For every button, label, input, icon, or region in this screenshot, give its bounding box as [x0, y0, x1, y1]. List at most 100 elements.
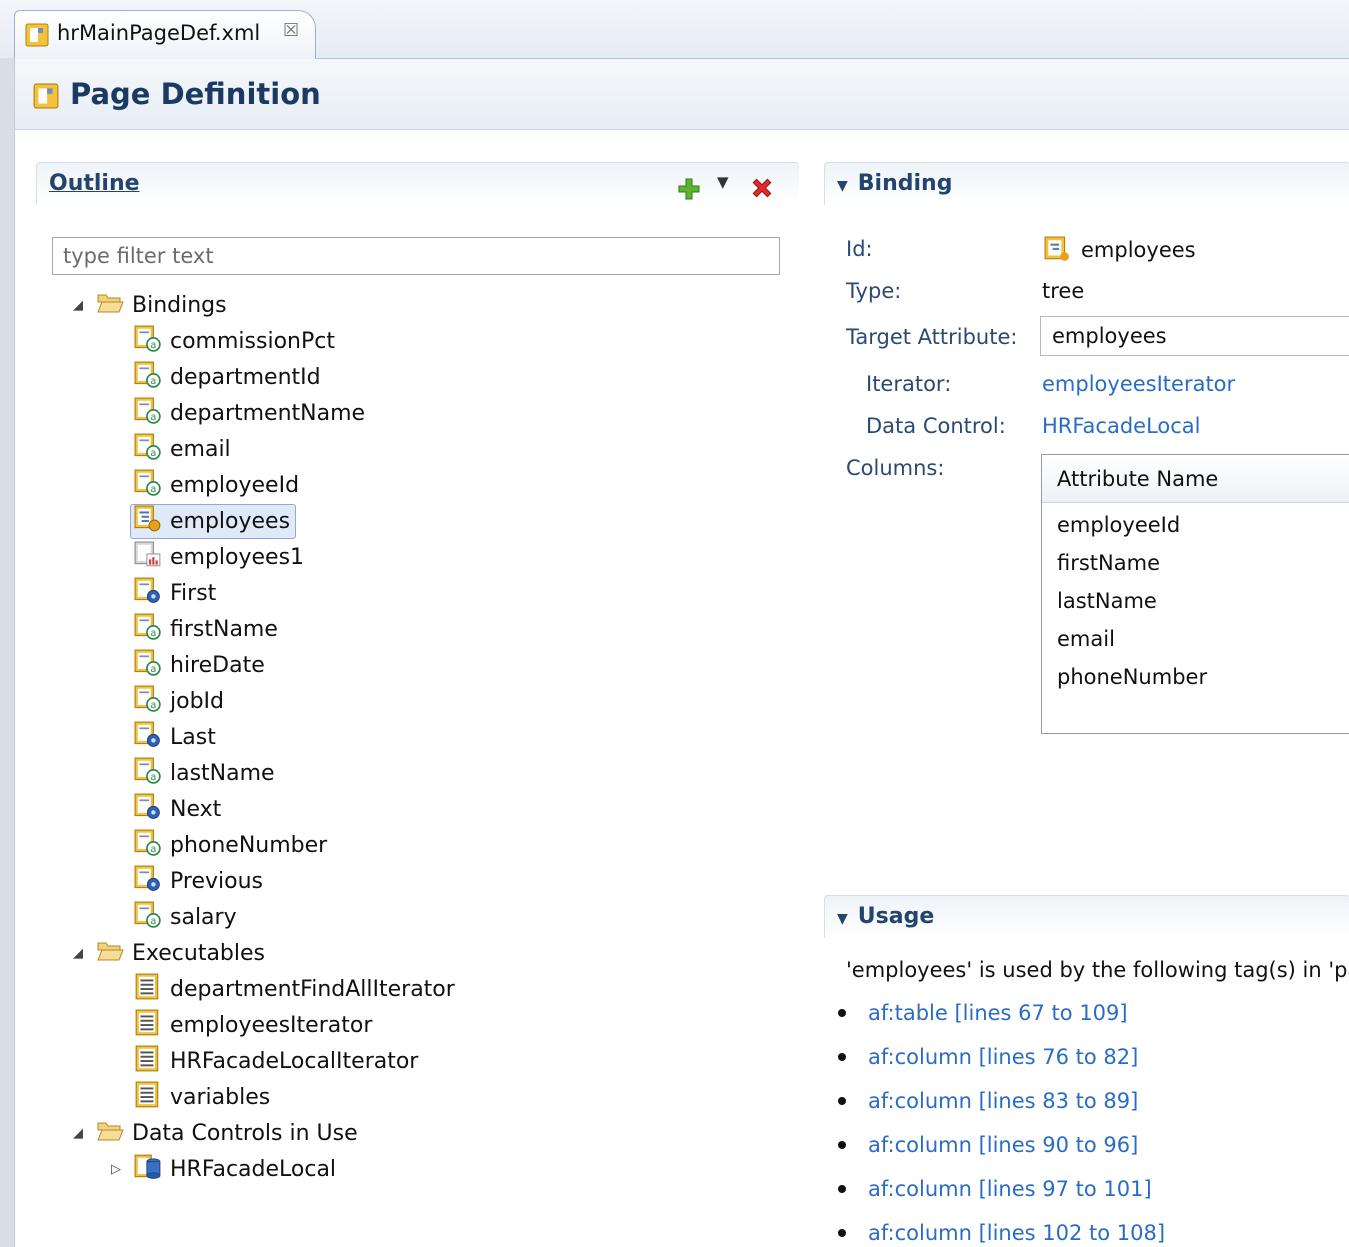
- target-attribute-field[interactable]: [1040, 316, 1349, 356]
- tree-node-content[interactable]: a departmentId: [134, 361, 321, 394]
- tree-item-employees1[interactable]: employees1: [134, 539, 304, 575]
- tree-item-departmentfindalliterator[interactable]: departmentFindAllIterator: [134, 971, 455, 1007]
- filter-input[interactable]: [52, 237, 780, 275]
- attribute-binding-icon: a: [134, 433, 162, 466]
- tree-item-employees[interactable]: employees: [130, 503, 297, 539]
- expanded-twisty-icon[interactable]: ◢: [70, 1126, 86, 1141]
- tree-node-content[interactable]: a commissionPct: [134, 325, 335, 358]
- column-row[interactable]: employeeId: [1057, 513, 1180, 537]
- usage-link[interactable]: af:column [lines 76 to 82]: [868, 1045, 1138, 1069]
- binding-section-header[interactable]: ▼ Binding: [824, 162, 1349, 205]
- tree-node-content[interactable]: a jobId: [134, 685, 224, 718]
- tree-item-last[interactable]: Last: [134, 719, 216, 755]
- tree-node-content[interactable]: a salary: [134, 901, 237, 934]
- tree-item-email[interactable]: a email: [134, 431, 231, 467]
- tree-node-content[interactable]: a departmentName: [134, 397, 365, 430]
- tree-item-employeesiterator[interactable]: employeesIterator: [134, 1007, 372, 1043]
- tree-item-jobid[interactable]: a jobId: [134, 683, 224, 719]
- expanded-twisty-icon[interactable]: ◢: [70, 298, 86, 313]
- collapse-caret-icon[interactable]: ▼: [837, 178, 848, 194]
- tree-folder-executables[interactable]: ◢ Executables: [70, 935, 265, 971]
- expanded-twisty-icon[interactable]: ◢: [70, 946, 86, 961]
- tree-node-content[interactable]: a hireDate: [134, 649, 265, 682]
- tree-node-label: First: [170, 580, 217, 606]
- data-control-link[interactable]: HRFacadeLocal: [1042, 414, 1201, 438]
- action-binding-icon: [134, 577, 162, 610]
- collapsed-twisty-icon[interactable]: ▷: [108, 1162, 124, 1177]
- iterator-link[interactable]: employeesIterator: [1042, 372, 1235, 396]
- tree-item-variables[interactable]: variables: [134, 1079, 270, 1115]
- tree-item-first[interactable]: First: [134, 575, 216, 611]
- tree-item-lastname[interactable]: a lastName: [134, 755, 275, 791]
- tree-node-content[interactable]: employees1: [134, 541, 304, 574]
- delete-icon[interactable]: [749, 175, 775, 206]
- svg-text:a: a: [150, 700, 156, 711]
- tree-item-departmentid[interactable]: a departmentId: [134, 359, 321, 395]
- editor-tab-hrmainpagedef[interactable]: hrMainPageDef.xml ☒: [14, 10, 316, 59]
- tree-node-content[interactable]: First: [134, 577, 216, 610]
- tree-node-content[interactable]: a employeeId: [134, 469, 299, 502]
- tree-folder-data-controls[interactable]: ◢ Data Controls in Use: [70, 1115, 358, 1151]
- tree-item-hiredate[interactable]: a hireDate: [134, 647, 265, 683]
- tree-item-hrfacadelocaliterator[interactable]: HRFacadeLocalIterator: [134, 1043, 418, 1079]
- svg-text:a: a: [150, 376, 156, 387]
- usage-link[interactable]: af:table [lines 67 to 109]: [868, 1001, 1128, 1025]
- tree-node-content[interactable]: Data Controls in Use: [96, 1119, 358, 1148]
- column-row[interactable]: lastName: [1057, 589, 1157, 613]
- dropdown-icon[interactable]: ▼: [717, 173, 729, 191]
- close-icon[interactable]: ☒: [283, 20, 299, 41]
- data-control-label: Data Control:: [866, 414, 1006, 438]
- tree-node-label: commissionPct: [170, 328, 335, 354]
- column-row[interactable]: email: [1057, 627, 1115, 651]
- tree-node-content[interactable]: a lastName: [134, 757, 275, 790]
- usage-item: af:table [lines 67 to 109]: [838, 1001, 1128, 1025]
- column-header-attribute-name[interactable]: Attribute Name: [1042, 455, 1349, 503]
- tree-item-next[interactable]: Next: [134, 791, 221, 827]
- tree-node-content[interactable]: Last: [134, 721, 216, 754]
- pagedef-file-icon: [33, 83, 59, 114]
- tree-item-firstname[interactable]: a firstName: [134, 611, 278, 647]
- tree-node-content[interactable]: Previous: [134, 865, 263, 898]
- tree-node-label: departmentName: [170, 400, 366, 426]
- tree-node-content[interactable]: a email: [134, 433, 231, 466]
- tree-node-content[interactable]: departmentFindAllIterator: [134, 973, 455, 1006]
- tree-node-content[interactable]: a firstName: [134, 613, 278, 646]
- collapse-caret-icon[interactable]: ▼: [837, 911, 848, 927]
- tree-item-salary[interactable]: a salary: [134, 899, 237, 935]
- tree-item-employeeid[interactable]: a employeeId: [134, 467, 299, 503]
- tree-node-label: lastName: [170, 760, 275, 786]
- tree-node-content[interactable]: HRFacadeLocalIterator: [134, 1045, 418, 1078]
- add-icon[interactable]: [677, 177, 701, 206]
- column-row[interactable]: phoneNumber: [1057, 665, 1207, 689]
- tree-node-content[interactable]: HRFacadeLocal: [134, 1153, 336, 1186]
- attribute-binding-icon: a: [134, 901, 162, 934]
- tree-node-content[interactable]: variables: [134, 1081, 270, 1114]
- tree-item-departmentname[interactable]: a departmentName: [134, 395, 365, 431]
- tree-node-content[interactable]: Bindings: [96, 291, 227, 320]
- binding-title: Binding: [857, 171, 953, 196]
- usage-section-header[interactable]: ▼ Usage: [824, 895, 1349, 938]
- column-row[interactable]: firstName: [1057, 551, 1160, 575]
- data-control-icon: [134, 1153, 162, 1186]
- tree-node-label: employeesIterator: [170, 1012, 373, 1038]
- tree-item-hrfacadelocal[interactable]: ▷ HRFacadeLocal: [108, 1151, 336, 1187]
- tree-item-previous[interactable]: Previous: [134, 863, 263, 899]
- tree-node-content[interactable]: employeesIterator: [134, 1009, 372, 1042]
- usage-link[interactable]: af:column [lines 102 to 108]: [868, 1221, 1165, 1245]
- tree-node-content[interactable]: a phoneNumber: [134, 829, 327, 862]
- pagedef-file-icon: [25, 23, 49, 52]
- iterator-icon: [134, 1081, 162, 1114]
- tree-item-phonenumber[interactable]: a phoneNumber: [134, 827, 327, 863]
- tree-node-content[interactable]: employees: [130, 503, 297, 539]
- tab-title: hrMainPageDef.xml: [57, 21, 261, 45]
- usage-link[interactable]: af:column [lines 83 to 89]: [868, 1089, 1138, 1113]
- tree-node-content[interactable]: Next: [134, 793, 221, 826]
- usage-link[interactable]: af:column [lines 90 to 96]: [868, 1133, 1138, 1157]
- tree-node-label: Last: [170, 724, 216, 750]
- iterator-icon: [134, 1009, 162, 1042]
- tree-folder-bindings[interactable]: ◢ Bindings: [70, 287, 227, 323]
- tree-node-content[interactable]: Executables: [96, 939, 265, 968]
- tree-item-commissionpct[interactable]: a commissionPct: [134, 323, 335, 359]
- usage-link[interactable]: af:column [lines 97 to 101]: [868, 1177, 1152, 1201]
- columns-table[interactable]: Attribute Name employeeId firstName lastNa…: [1041, 454, 1349, 734]
